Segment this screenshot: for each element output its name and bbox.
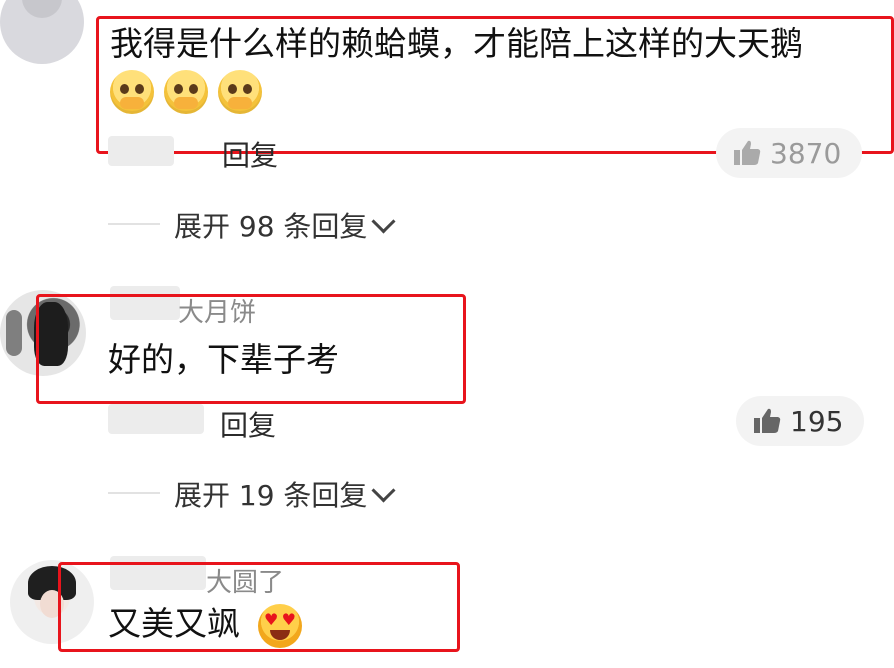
like-button[interactable]: 3870	[716, 128, 862, 178]
like-button[interactable]: 195	[736, 396, 864, 446]
thumbs-up-icon	[752, 406, 782, 436]
reply-button[interactable]: 回复	[222, 134, 278, 174]
expand-replies-button[interactable]: 展开 98 条回复	[174, 205, 396, 245]
comment-text: 又美又飒	[108, 604, 240, 643]
blurred-timestamp	[108, 136, 174, 166]
username-partial	[108, 0, 168, 5]
pleading-emoji	[218, 70, 262, 114]
divider	[108, 492, 160, 494]
pleading-emoji	[164, 70, 208, 114]
expand-replies-label: 展开 19 条回复	[174, 479, 368, 512]
chevron-down-icon	[371, 478, 396, 503]
heart-eyes-emoji: ♥ ♥	[258, 604, 302, 648]
blurred-timestamp	[108, 404, 204, 434]
thumbs-up-icon	[732, 138, 762, 168]
like-count: 195	[790, 404, 844, 438]
chevron-down-icon	[371, 209, 396, 234]
comment-text: 好的，下辈子考	[108, 340, 339, 379]
expand-replies-label: 展开 98 条回复	[174, 210, 368, 243]
like-count: 3870	[770, 136, 842, 170]
avatar[interactable]	[0, 0, 84, 64]
divider	[108, 223, 160, 225]
comment-text: 我得是什么样的赖蛤蟆，才能陪上这样的大天鹅	[110, 24, 803, 63]
reply-button[interactable]: 回复	[220, 404, 276, 444]
expand-replies-button[interactable]: 展开 19 条回复	[174, 474, 396, 514]
pleading-emoji	[110, 70, 154, 114]
